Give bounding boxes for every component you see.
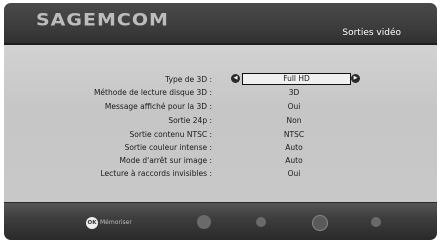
red-button-icon: [197, 215, 211, 229]
setting-value: Oui: [287, 102, 301, 111]
setting-label: Type de 3D :: [165, 75, 212, 84]
settings-panel: Type de 3D : ◀ Full HD ▶ Méthode de lect…: [4, 45, 437, 203]
left-arrow-icon[interactable]: ◀: [231, 74, 240, 83]
ok-button-icon[interactable]: OK: [86, 217, 98, 229]
page-title: Sorties vidéo: [342, 28, 401, 38]
setting-value: 3D: [288, 88, 300, 97]
header-bar: SAGEMCOM Sorties vidéo: [4, 3, 437, 43]
brand-logo: SAGEMCOM: [36, 10, 169, 30]
right-arrow-icon[interactable]: ▶: [351, 74, 360, 83]
selector-value: Full HD: [242, 73, 351, 85]
yellow-button-icon: [312, 215, 328, 231]
setting-row-3d-type[interactable]: Type de 3D : ◀ Full HD ▶: [4, 73, 437, 87]
blue-button-icon: [371, 217, 381, 227]
setting-row-ntsc[interactable]: Sortie contenu NTSC : NTSC: [4, 130, 437, 142]
green-button-icon: [256, 217, 266, 227]
setting-label: Mode d'arrêt sur image :: [119, 156, 212, 165]
setting-value: Auto: [285, 156, 303, 165]
setting-label: Lecture à raccords invisibles :: [100, 169, 212, 178]
setting-row-deep-color[interactable]: Sortie couleur intense : Auto: [4, 143, 437, 155]
setting-label: Sortie 24p :: [168, 116, 212, 125]
setting-row-seamless[interactable]: Lecture à raccords invisibles : Oui: [4, 169, 437, 181]
setting-row-still-mode[interactable]: Mode d'arrêt sur image : Auto: [4, 156, 437, 168]
ok-button-label: Mémoriser: [100, 219, 132, 226]
setting-label: Sortie contenu NTSC :: [129, 130, 212, 139]
footer-bar: OK Mémoriser: [4, 203, 437, 240]
3d-type-selector[interactable]: ◀ Full HD ▶: [229, 73, 370, 85]
setting-row-3d-message[interactable]: Message affiché pour la 3D : Oui: [4, 102, 437, 114]
setting-value: Auto: [285, 143, 303, 152]
setting-row-24p[interactable]: Sortie 24p : Non: [4, 116, 437, 128]
setting-row-3d-disc[interactable]: Méthode de lecture disque 3D : 3D: [4, 88, 437, 100]
setting-label: Message affiché pour la 3D :: [104, 102, 212, 111]
setting-value: Non: [286, 116, 302, 125]
setting-label: Sortie couleur intense :: [124, 143, 212, 152]
tv-screen: SAGEMCOM Sorties vidéo Type de 3D : ◀ Fu…: [4, 3, 437, 240]
setting-value: Oui: [287, 169, 301, 178]
setting-label: Méthode de lecture disque 3D :: [93, 88, 212, 97]
setting-value: NTSC: [283, 130, 305, 139]
